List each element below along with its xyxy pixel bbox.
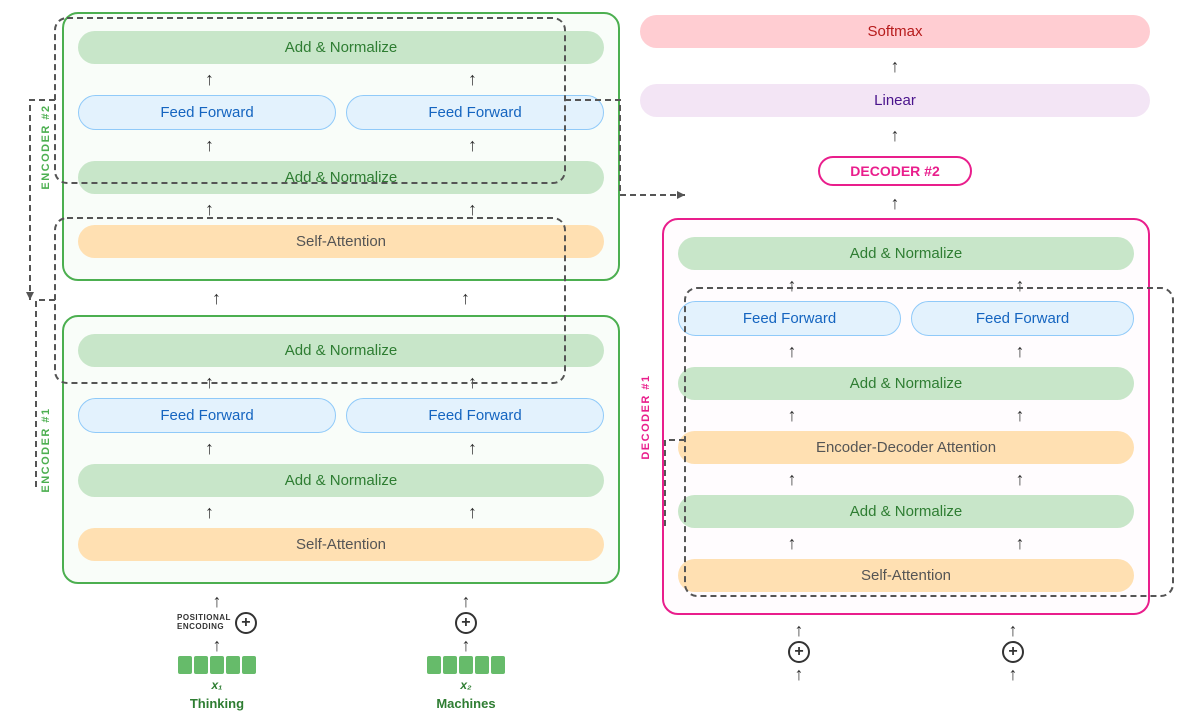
- dec-bottom-inputs: ↑ + ↑ ↑ + ↑: [662, 621, 1150, 683]
- dec1-self-attn: Self-Attention: [678, 559, 1134, 592]
- enc1-ff-row: Feed Forward Feed Forward: [78, 398, 604, 433]
- circle-plus-4: +: [1002, 641, 1024, 663]
- enc1-arrows-ff: ↑↑: [78, 372, 604, 393]
- enc1-add-norm1: Add & Normalize: [78, 464, 604, 497]
- decoder1-label: DECODER #1: [640, 374, 652, 459]
- encoder-section: ENCODER #2 Add & Normalize ↑↑ Feed Forwa…: [40, 12, 620, 672]
- circle-plus-3: +: [788, 641, 810, 663]
- enc2-arrows-sa: ↑↑: [78, 199, 604, 220]
- enc2-ff-row: Feed Forward Feed Forward: [78, 95, 604, 130]
- enc2-arrows-ff2: ↑↑: [78, 135, 604, 156]
- encoder2-label: ENCODER #2: [40, 104, 52, 189]
- dec1-ff-row: Feed Forward Feed Forward: [678, 301, 1134, 336]
- decoder2-label: DECODER #2: [818, 156, 971, 186]
- diagram-container: ENCODER #2 Add & Normalize ↑↑ Feed Forwa…: [0, 0, 1200, 682]
- enc1-add-norm2: Add & Normalize: [78, 334, 604, 367]
- dec2-arrow: ↑: [640, 194, 1150, 212]
- decoder-section: Softmax ↑ Linear ↑ DECODER #2 ↑ DECODER …: [640, 12, 1150, 672]
- bottom-arrows: ↑ POSITIONAL ENCODING + ↑: [62, 592, 620, 711]
- dec1-enc-dec-attn: Encoder-Decoder Attention: [678, 431, 1134, 464]
- encoder1-label: ENCODER #1: [40, 407, 52, 492]
- enc1-bot-arrow2: ↑: [461, 592, 470, 610]
- encoder2-box: Add & Normalize ↑↑ Feed Forward Feed For…: [62, 12, 620, 281]
- dec1-add-norm1: Add & Normalize: [678, 495, 1134, 528]
- enc2-self-attn: Self-Attention: [78, 225, 604, 258]
- between-enc-arrow2: ↑: [461, 289, 470, 307]
- circle-plus-2: +: [455, 612, 477, 634]
- linear-arrow: ↑: [640, 126, 1150, 144]
- linear-layer: Linear: [640, 84, 1150, 117]
- enc1-bot-arrow1: ↑: [212, 592, 221, 610]
- dec1-add-norm3: Add & Normalize: [678, 237, 1134, 270]
- encoder1-box: Add & Normalize ↑↑ Feed Forward Feed For…: [62, 315, 620, 584]
- token-x1: x₁ Thinking: [178, 656, 256, 711]
- decoder2-label-row: DECODER #2: [640, 150, 1150, 188]
- enc1-self-attn: Self-Attention: [78, 528, 604, 561]
- enc1-arrows-ff2: ↑↑: [78, 438, 604, 459]
- enc2-add-norm1: Add & Normalize: [78, 161, 604, 194]
- between-enc-arrow1: ↑: [212, 289, 221, 307]
- enc2-arrows-ff: ↑↑: [78, 69, 604, 90]
- softmax-layer: Softmax: [640, 15, 1150, 48]
- enc2-add-norm2: Add & Normalize: [78, 31, 604, 64]
- decoder1-box: Add & Normalize ↑↑ Feed Forward Feed For…: [662, 218, 1150, 615]
- dec1-add-norm2: Add & Normalize: [678, 367, 1134, 400]
- circle-plus-1: +: [235, 612, 257, 634]
- enc1-arrows-sa: ↑↑: [78, 502, 604, 523]
- token-x2: x₂ Machines: [427, 656, 505, 711]
- softmax-arrow: ↑: [640, 57, 1150, 75]
